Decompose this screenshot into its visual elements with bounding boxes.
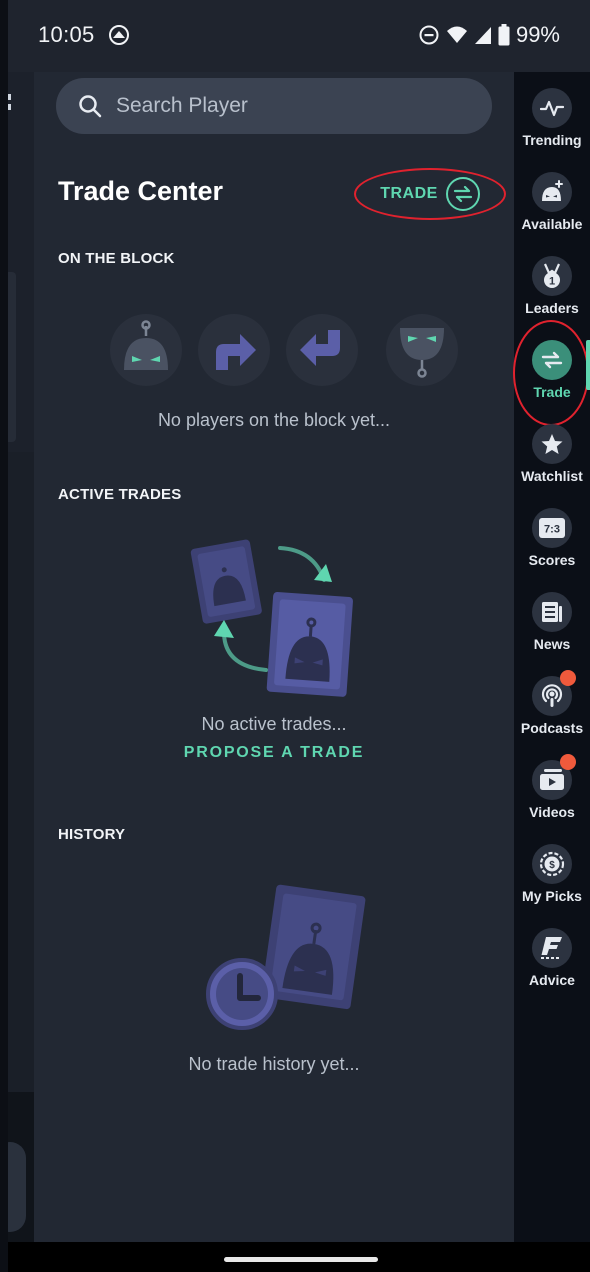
medal-icon: 1: [532, 256, 572, 296]
rail-label: Advice: [529, 972, 575, 988]
status-bar: 10:05 99%: [8, 0, 590, 72]
notification-dot: [560, 754, 576, 770]
on-the-block-illustration: [110, 314, 458, 390]
screen: 10:05 99% Search Player Trade Center TRA…: [8, 0, 590, 1272]
search-icon: [79, 95, 102, 118]
svg-text:$: $: [549, 860, 555, 871]
newspaper-icon: [532, 592, 572, 632]
active-trades-heading: ACTIVE TRADES: [58, 486, 182, 503]
trade-arrows-icon: [532, 340, 572, 380]
scoreboard-icon: 7:3: [532, 508, 572, 548]
battery-icon: [498, 24, 510, 46]
rail-item-advice[interactable]: Advice: [514, 924, 590, 1004]
nav-rail: Trending Available 1 Leaders Trade Watch…: [513, 72, 590, 1242]
app-notification-icon: [109, 25, 129, 45]
propose-trade-link[interactable]: PROPOSE A TRADE: [34, 744, 514, 762]
robot-player-icon: [110, 314, 182, 386]
rail-label: Trending: [522, 132, 582, 148]
do-not-disturb-icon: [419, 25, 439, 45]
rail-item-podcasts[interactable]: Podcasts: [514, 670, 590, 752]
rail-item-videos[interactable]: Videos: [514, 754, 590, 836]
signal-icon: [474, 27, 491, 44]
arrow-right-icon: [198, 314, 270, 386]
rail-label: Scores: [528, 552, 576, 568]
rail-item-my-picks[interactable]: $ My Picks: [514, 840, 590, 920]
video-icon: [532, 754, 576, 800]
rail-label: Available: [521, 216, 583, 232]
rail-label: Podcasts: [520, 720, 584, 736]
robot-player-flipped-icon: [386, 314, 458, 386]
status-time: 10:05: [38, 22, 95, 47]
trade-arrows-icon: [445, 177, 480, 211]
rail-label: News: [533, 636, 571, 652]
search-input[interactable]: [116, 94, 416, 118]
home-gesture-pill[interactable]: [224, 1257, 378, 1262]
rail-item-scores[interactable]: 7:3 Scores: [514, 504, 590, 584]
history-empty-text: No trade history yet...: [188, 1054, 360, 1074]
svg-text:1: 1: [549, 276, 555, 288]
rail-label: Leaders: [525, 300, 579, 316]
rail-label: Trade: [533, 384, 571, 400]
picks-coin-icon: $: [532, 844, 572, 884]
rail-item-watchlist[interactable]: Watchlist: [514, 420, 590, 500]
on-the-block-heading: ON THE BLOCK: [58, 250, 175, 267]
rail-item-trending[interactable]: Trending: [514, 84, 590, 164]
history-heading: HISTORY: [58, 826, 126, 843]
status-icons: 99%: [418, 22, 560, 48]
trade-button-label: TRADE: [380, 185, 438, 202]
scoreboard-badge-text: 7:3: [544, 524, 560, 536]
trade-button[interactable]: TRADE: [354, 168, 506, 220]
background-tab: [8, 272, 16, 442]
arrow-left-icon: [286, 314, 358, 386]
background-button: [8, 1142, 26, 1232]
page-title: Trade Center: [58, 176, 224, 206]
background-app-strip: [8, 72, 34, 1242]
history-illustration: [206, 884, 366, 1030]
rail-item-news[interactable]: News: [514, 588, 590, 668]
star-icon: [532, 424, 572, 464]
active-trades-illustration: [190, 539, 353, 697]
search-bar[interactable]: [56, 78, 492, 134]
rail-item-trade[interactable]: Trade: [514, 336, 590, 416]
active-tab-indicator: [586, 340, 590, 390]
rail-item-available[interactable]: Available: [514, 168, 590, 248]
trade-center-drawer: Trade Center TRADE ON THE BLOCK: [34, 72, 514, 1242]
on-the-block-empty-text: No players on the block yet...: [157, 410, 391, 430]
add-player-icon: [532, 172, 572, 212]
rail-label: My Picks: [522, 888, 582, 904]
notification-dot: [560, 670, 576, 686]
advice-logo-icon: [532, 928, 572, 968]
system-nav-bar: [8, 1242, 590, 1272]
rail-label: Watchlist: [521, 468, 583, 484]
active-trades-empty-text: No active trades...: [201, 714, 347, 734]
wifi-icon: [446, 26, 467, 43]
pulse-icon: [532, 88, 572, 128]
podcast-icon: [532, 670, 576, 716]
background-glyph-icon: [8, 94, 11, 110]
background-panel: [8, 452, 34, 1102]
battery-percent: 99%: [515, 22, 560, 47]
rail-label: Videos: [529, 804, 575, 820]
